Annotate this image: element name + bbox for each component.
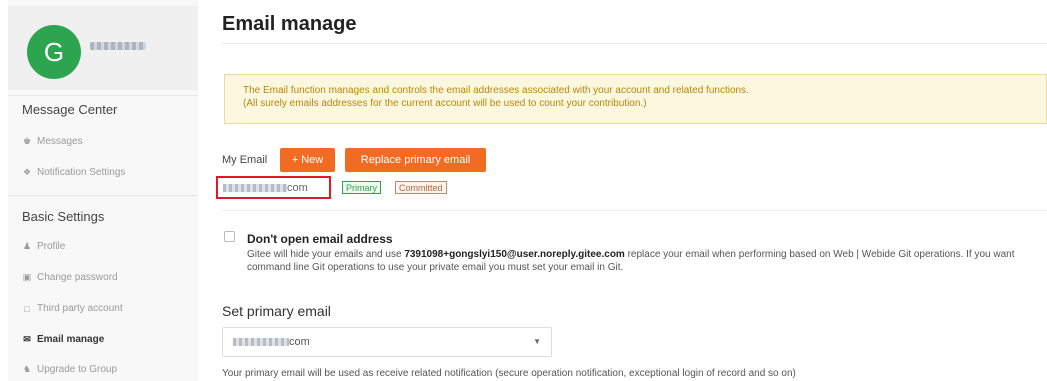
main-content: Email manage The Email function manages … [216,0,1047,381]
sidebar-item-label: Messages [37,136,83,147]
nav-divider [8,195,198,196]
sidebar-item-profile[interactable]: ♟ Profile [22,241,65,252]
title-divider [222,43,1047,44]
sidebar-item-label: Third party account [37,303,123,314]
chevron-down-icon: ▼ [533,337,541,346]
notice-line-2: (All surely emails addresses for the cur… [243,98,647,109]
sidebar-item-change-password[interactable]: ▣ Change password [22,272,118,283]
sidebar: G Message Center ♚ Messages ❖ Notificati… [8,0,198,381]
dont-open-email-title: Don't open email address [247,232,393,246]
username-redacted [90,42,146,50]
avatar[interactable]: G [27,25,81,79]
bell-icon: ♚ [22,136,32,146]
sidebar-item-upgrade-to-group[interactable]: ♞ Upgrade to Group [22,364,117,375]
nav-heading-basic-settings: Basic Settings [22,209,105,224]
dont-open-email-description: Gitee will hide your emails and use 7391… [247,248,1047,274]
selected-email-redacted [233,338,289,347]
dont-open-email-checkbox[interactable] [224,231,235,242]
sidebar-item-messages[interactable]: ♚ Messages [22,136,83,147]
sidebar-item-third-party-account[interactable]: □ Third party account [22,303,123,314]
set-primary-email-title: Set primary email [222,303,331,319]
selected-email-suffix: com [289,336,310,348]
noreply-email: 7391098+gongslyi150@user.noreply.gitee.c… [404,249,625,260]
email-address: com [216,176,331,199]
broadcast-icon: ❖ [22,167,32,177]
committed-badge: Committed [395,181,447,194]
primary-email-hint: Your primary email will be used as recei… [222,368,796,379]
lock-icon: ▣ [22,272,32,282]
nav-divider [8,95,198,96]
page-title: Email manage [222,13,357,35]
user-icon: ♟ [22,241,32,251]
sidebar-item-label: Upgrade to Group [37,364,118,375]
info-notice: The Email function manages and controls … [224,74,1047,124]
sidebar-item-label: Email manage [37,334,105,345]
link-icon: □ [24,303,30,314]
sidebar-item-label: Profile [37,241,66,252]
email-redacted [223,184,287,193]
profile-card: G [8,6,198,90]
new-email-button[interactable]: + New [280,148,335,172]
description-text: Gitee will hide your emails and use [247,249,405,260]
sidebar-item-notification-settings[interactable]: ❖ Notification Settings [22,167,125,178]
my-email-label: My Email [222,154,268,166]
envelope-icon: ✉ [23,334,31,344]
replace-primary-email-button[interactable]: Replace primary email [345,148,486,172]
group-icon: ♞ [22,364,32,374]
sidebar-item-email-manage[interactable]: ✉ Email manage [22,334,104,345]
primary-email-select[interactable]: com ▼ [222,327,552,357]
section-divider [222,210,1047,211]
email-suffix: com [287,182,308,194]
primary-badge: Primary [342,181,381,194]
sidebar-item-label: Notification Settings [37,167,126,178]
nav-heading-message-center: Message Center [22,102,118,117]
sidebar-item-label: Change password [37,272,118,283]
notice-line-1: The Email function manages and controls … [243,85,749,96]
